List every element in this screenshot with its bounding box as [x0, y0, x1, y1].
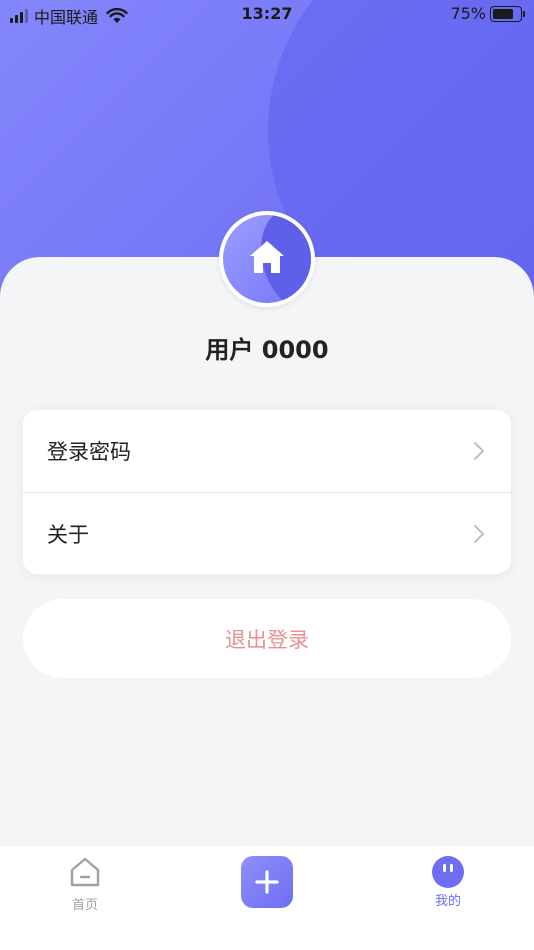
- menu-item-label: 关于: [47, 522, 89, 547]
- tab-mine[interactable]: 我的: [408, 856, 488, 909]
- status-right: 75%: [450, 4, 525, 23]
- menu-item-about[interactable]: 关于: [23, 492, 511, 574]
- chevron-right-icon: [474, 525, 484, 543]
- logout-button[interactable]: 退出登录: [23, 599, 511, 678]
- status-bar: 中国联通 13:27 75%: [0, 0, 534, 30]
- tab-home-label: 首页: [71, 898, 98, 913]
- battery-percent: 75%: [450, 4, 486, 23]
- home-outline-icon: [70, 857, 100, 887]
- tab-home[interactable]: 首页: [45, 856, 125, 913]
- menu-item-login-password[interactable]: 登录密码: [23, 410, 511, 492]
- plus-icon: [255, 870, 279, 894]
- avatar-image: [223, 215, 311, 303]
- battery-icon: [490, 5, 525, 22]
- add-button[interactable]: [241, 856, 293, 908]
- avatar[interactable]: [219, 211, 315, 307]
- home-icon: [250, 241, 284, 273]
- chevron-right-icon: [474, 442, 484, 460]
- username: 用户 0000: [205, 336, 329, 364]
- tab-mine-label: 我的: [434, 894, 461, 909]
- menu-card: 登录密码 关于: [23, 410, 511, 574]
- menu-item-label: 登录密码: [47, 440, 131, 464]
- face-icon: [432, 856, 464, 888]
